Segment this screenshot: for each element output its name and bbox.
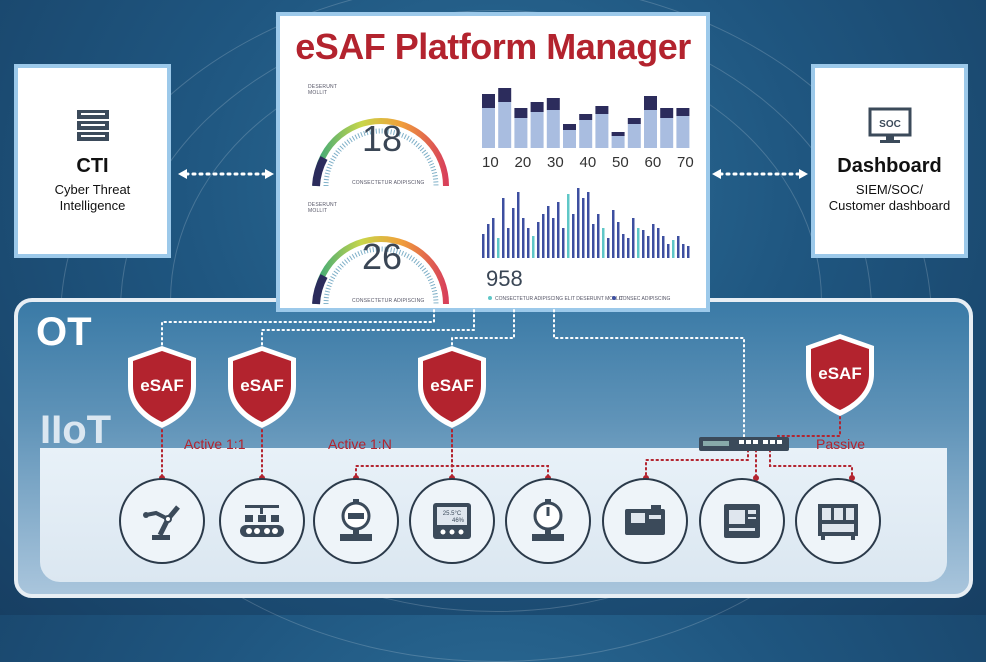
- shield-label: eSAF: [818, 364, 861, 383]
- hmi-temp: 25.5°C: [443, 511, 462, 517]
- control-cabinet-icon: [818, 504, 858, 540]
- device-cnc-machine: [602, 478, 688, 564]
- esaf-shield-3: eSAF: [414, 344, 490, 435]
- device-valve-gauge: [505, 478, 591, 564]
- hmi-panel-icon: 25.5°C 46%: [433, 503, 471, 539]
- conveyor-icon: [240, 505, 284, 537]
- valve-gauge-icon: [532, 499, 564, 541]
- device-flow-meter: [313, 478, 399, 564]
- device-conveyor: [219, 478, 305, 564]
- flow-meter-icon: [340, 499, 372, 541]
- network-switch-icon: [699, 437, 789, 451]
- device-control-cabinet: [795, 478, 881, 564]
- machining-center-icon: [724, 504, 760, 538]
- robot-arm-icon: [143, 505, 180, 540]
- shield-label: eSAF: [240, 376, 283, 395]
- hmi-humidity: 46%: [452, 518, 465, 524]
- mode-active-1-1: Active 1:1: [184, 436, 246, 452]
- shield-label: eSAF: [430, 376, 473, 395]
- cnc-machine-icon: [625, 505, 665, 535]
- esaf-shield-1: eSAF: [124, 344, 200, 435]
- device-machining-center: [699, 478, 785, 564]
- device-hmi-panel: 25.5°C 46%: [409, 478, 495, 564]
- esaf-shield-4: eSAF: [802, 332, 878, 423]
- shield-label: eSAF: [140, 376, 183, 395]
- esaf-shield-2: eSAF: [224, 344, 300, 435]
- mode-passive: Passive: [816, 436, 866, 452]
- device-robot-arm: [119, 478, 205, 564]
- mode-active-1-n: Active 1:N: [328, 436, 392, 452]
